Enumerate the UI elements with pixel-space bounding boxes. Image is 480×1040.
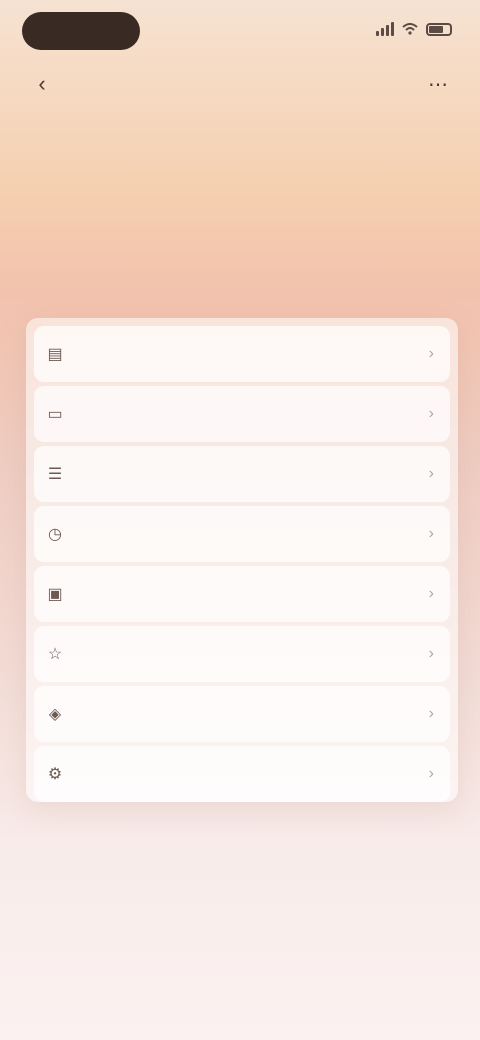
tag-icon: ◈ [48,706,62,723]
signal-icon [376,22,394,36]
menu-item-8[interactable]: ⚙ › [34,746,450,802]
menu-item-7[interactable]: ◈ › [34,686,450,742]
battery-icon [426,22,452,36]
nav-bar: ‹ ⋯ [0,62,480,106]
chevron-right-icon: › [428,525,434,542]
menu-item-4[interactable]: ◷ › [34,506,450,562]
chevron-right-icon: › [428,585,434,602]
menu-card: ▤ › ▭ › ☰ › ◷ › ▣ › ☆ › ◈ › ⚙ › [26,318,458,802]
menu-item-6[interactable]: ☆ › [34,626,450,682]
menu-item-1[interactable]: ▤ › [34,326,450,382]
nav-title [74,72,304,94]
status-time [22,12,140,50]
settings-icon: ⚙ [47,766,63,783]
star-icon: ☆ [47,646,63,663]
document-icon: ▤ [47,346,63,363]
status-icons [376,22,452,36]
image-icon: ▣ [47,586,63,603]
page-heading [22,134,362,164]
status-bar [0,0,480,60]
chevron-right-icon: › [428,465,434,482]
chevron-right-icon: › [428,765,434,782]
menu-item-5[interactable]: ▣ › [34,566,450,622]
clock-icon: ◷ [48,526,62,543]
menu-item-2[interactable]: ▭ › [34,386,450,442]
chevron-right-icon: › [428,405,434,422]
back-button[interactable]: ‹ [26,68,58,100]
chevron-right-icon: › [428,705,434,722]
more-icon: ⋯ [428,73,448,96]
folder-icon: ▭ [47,406,63,423]
chevron-right-icon: › [428,645,434,662]
menu-item-3[interactable]: ☰ › [34,446,450,502]
back-arrow-icon: ‹ [38,71,46,96]
chevron-right-icon: › [428,345,434,362]
wifi-icon [402,23,418,35]
more-button[interactable]: ⋯ [420,70,456,98]
list-icon: ☰ [47,466,63,483]
